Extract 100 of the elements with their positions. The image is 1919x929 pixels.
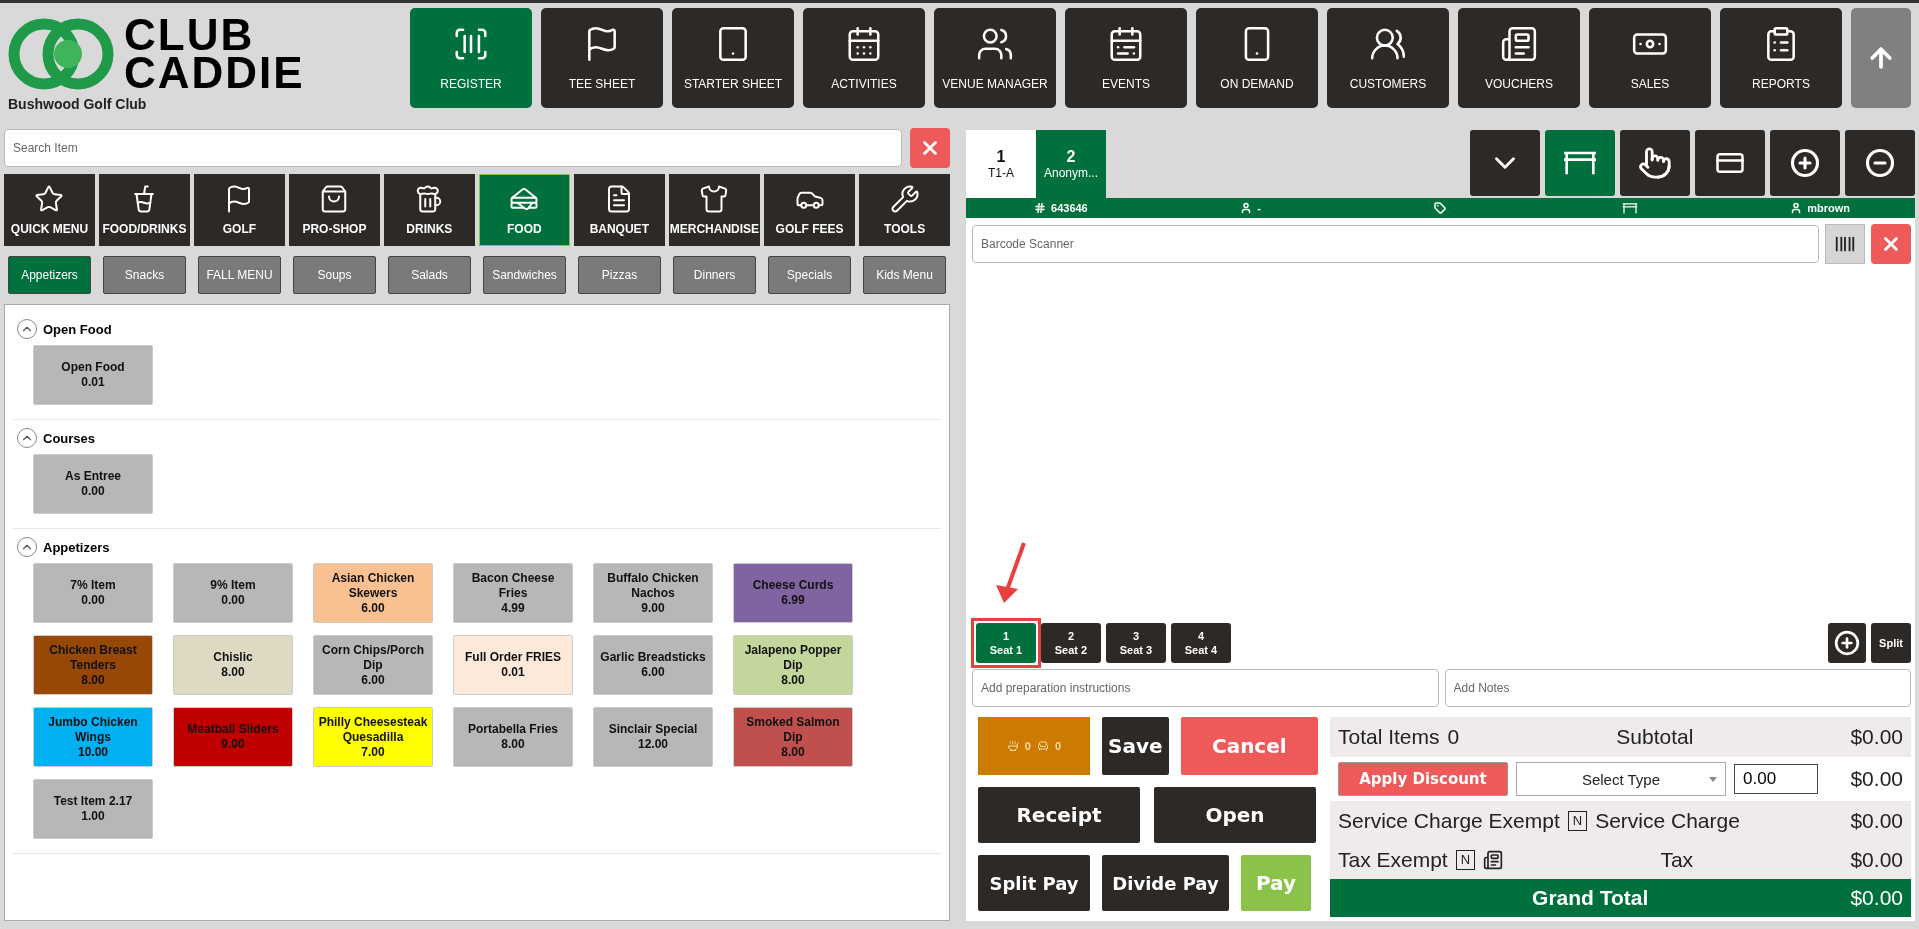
table-button[interactable] xyxy=(1545,130,1615,196)
nav-button[interactable]: REPORTS xyxy=(1720,8,1842,108)
subcategory-tab[interactable]: Appetizers xyxy=(8,256,91,294)
subtotal-value: $0.00 xyxy=(1850,725,1903,749)
menu-item-button[interactable]: Jalapeno Popper Dip 8.00 xyxy=(733,635,853,695)
category-button[interactable]: FOOD xyxy=(478,174,570,246)
section-title: Appetizers xyxy=(43,539,110,555)
customer-name: - xyxy=(1257,202,1262,214)
service-charge-value: $0.00 xyxy=(1850,809,1903,833)
category-button[interactable]: TOOLS xyxy=(859,174,951,246)
menu-item-button[interactable]: Corn Chips/Porch Dip 6.00 xyxy=(313,635,433,695)
nav-button[interactable]: VOUCHERS xyxy=(1458,8,1580,108)
tax-value: $0.00 xyxy=(1850,848,1903,872)
newspaper-icon[interactable] xyxy=(1483,850,1504,870)
exempt-toggle[interactable]: N xyxy=(1455,850,1476,870)
category-button[interactable]: DRINKS xyxy=(383,174,475,246)
seat-button[interactable]: 2 Seat 2 xyxy=(1041,623,1101,663)
order-tab[interactable]: 2 Anonym... xyxy=(1036,130,1106,198)
subcategory-tab[interactable]: Dinners xyxy=(673,256,756,294)
search-field[interactable]: Search Item xyxy=(4,129,902,167)
nav-button[interactable]: REGISTER xyxy=(410,8,532,108)
menu-item-button[interactable]: Jumbo Chicken Wings 10.00 xyxy=(33,707,153,767)
subcategory-tab[interactable]: Soups xyxy=(293,256,376,294)
star-icon xyxy=(34,184,65,214)
menu-item-button[interactable]: Open Food 0.01 xyxy=(33,345,153,405)
category-button[interactable]: BANQUET xyxy=(573,174,665,246)
barcode-field[interactable]: Barcode Scanner xyxy=(972,225,1819,263)
menu-item-button[interactable]: Buffalo Chicken Nachos 9.00 xyxy=(593,563,713,623)
counter-value: 0 xyxy=(1054,740,1062,752)
barcode-button[interactable] xyxy=(1825,224,1865,264)
nav-button[interactable]: VENUE MANAGER xyxy=(934,8,1056,108)
seat-button[interactable]: 3 Seat 3 xyxy=(1106,623,1166,663)
wrench-icon xyxy=(889,184,920,214)
discount-value: $0.00 xyxy=(1850,767,1903,791)
counter-value: 0 xyxy=(1024,740,1031,752)
category-button[interactable]: GOLF FEES xyxy=(764,174,856,246)
nav-button[interactable]: STARTER SHEET xyxy=(672,8,794,108)
menu-item-button[interactable]: Smoked Salmon Dip 8.00 xyxy=(733,707,853,767)
split-pay-button[interactable]: Split Pay xyxy=(978,855,1090,911)
save-button[interactable]: Save xyxy=(1101,717,1169,775)
nav-button[interactable]: TEE SHEET xyxy=(541,8,663,108)
remove-button[interactable] xyxy=(1845,130,1915,196)
calendar-icon xyxy=(1107,25,1145,63)
seat-button[interactable]: 4 Seat 4 xyxy=(1171,623,1231,663)
category-button[interactable]: PRO-SHOP xyxy=(288,174,380,246)
touch-button[interactable] xyxy=(1620,130,1690,196)
menu-item-button[interactable]: Full Order FRIES 0.01 xyxy=(453,635,573,695)
exempt-toggle[interactable]: N xyxy=(1567,811,1588,831)
divide-pay-button[interactable]: Divide Pay xyxy=(1102,855,1229,911)
menu-item-button[interactable]: Asian Chicken Skewers 6.00 xyxy=(313,563,433,623)
nav-button[interactable]: ON DEMAND xyxy=(1196,8,1318,108)
seat-button[interactable]: 1 Seat 1 xyxy=(976,623,1036,663)
open-button[interactable]: Open xyxy=(1154,787,1316,843)
expand-button[interactable] xyxy=(1470,130,1540,196)
menu-item-button[interactable]: Garlic Breadsticks 6.00 xyxy=(593,635,713,695)
category-button[interactable]: QUICK MENU xyxy=(4,174,95,246)
menu-item-button[interactable]: Portabella Fries 8.00 xyxy=(453,707,573,767)
add-button[interactable] xyxy=(1770,130,1840,196)
total-items-label: Total Items xyxy=(1338,725,1440,749)
menu-item-button[interactable]: Sinclair Special 12.00 xyxy=(593,707,713,767)
subcategory-tab[interactable]: Sandwiches xyxy=(483,256,566,294)
split-button[interactable]: Split xyxy=(1871,623,1911,663)
preparation-field[interactable]: Add preparation instructions xyxy=(972,669,1439,707)
nav-button[interactable]: ACTIVITIES xyxy=(803,8,925,108)
discount-field[interactable]: 0.00 xyxy=(1734,764,1818,794)
menu-item-button[interactable]: 7% Item 0.00 xyxy=(33,563,153,623)
category-button[interactable]: FOOD/DRINKS xyxy=(98,174,190,246)
discount-type-dropdown[interactable]: Select Type xyxy=(1516,762,1726,796)
user-icon xyxy=(1790,202,1803,214)
category-button[interactable]: MERCHANDISE xyxy=(668,174,761,246)
receipt-button[interactable]: Receipt xyxy=(978,787,1140,843)
order-tab[interactable]: 1 T1-A xyxy=(966,130,1036,198)
add-seat-button[interactable] xyxy=(1828,623,1866,663)
menu-item-button[interactable]: Philly Cheesesteak Quesadilla 7.00 xyxy=(313,707,433,767)
clear-button[interactable] xyxy=(1871,224,1911,264)
category-button[interactable]: GOLF xyxy=(193,174,285,246)
nav-button[interactable]: CUSTOMERS xyxy=(1327,8,1449,108)
menu-item-button[interactable]: Test Item 2.17 1.00 xyxy=(33,779,153,839)
subcategory-tab[interactable]: FALL MENU xyxy=(198,256,281,294)
nav-button[interactable]: EVENTS xyxy=(1065,8,1187,108)
menu-item-button[interactable]: As Entree 0.00 xyxy=(33,454,153,514)
subcategory-tab[interactable]: Kids Menu xyxy=(863,256,946,294)
menu-item-button[interactable]: Bacon Cheese Fries 4.99 xyxy=(453,563,573,623)
logo-text: CLUB xyxy=(124,16,255,54)
menu-item-button[interactable]: Cheese Curds 6.99 xyxy=(733,563,853,623)
menu-item-button[interactable]: 9% Item 0.00 xyxy=(173,563,293,623)
plus-icon xyxy=(1834,629,1860,657)
subcategory-tab[interactable]: Snacks xyxy=(103,256,186,294)
card-button[interactable] xyxy=(1695,130,1765,196)
nav-button[interactable]: SALES xyxy=(1589,8,1711,108)
plus-icon xyxy=(1790,148,1820,178)
ticket-number: 643646 xyxy=(1051,202,1088,214)
grand-total-value: $0.00 xyxy=(1850,886,1903,910)
subcategory-tab[interactable]: Specials xyxy=(768,256,851,294)
menu-item-button[interactable]: Chislic 8.00 xyxy=(173,635,293,695)
clear-button[interactable] xyxy=(910,128,950,168)
notes-field[interactable]: Add Notes xyxy=(1444,669,1911,707)
subcategory-tab[interactable]: Pizzas xyxy=(578,256,661,294)
scroll-up-button[interactable] xyxy=(1851,8,1911,108)
subcategory-tab[interactable]: Salads xyxy=(388,256,471,294)
